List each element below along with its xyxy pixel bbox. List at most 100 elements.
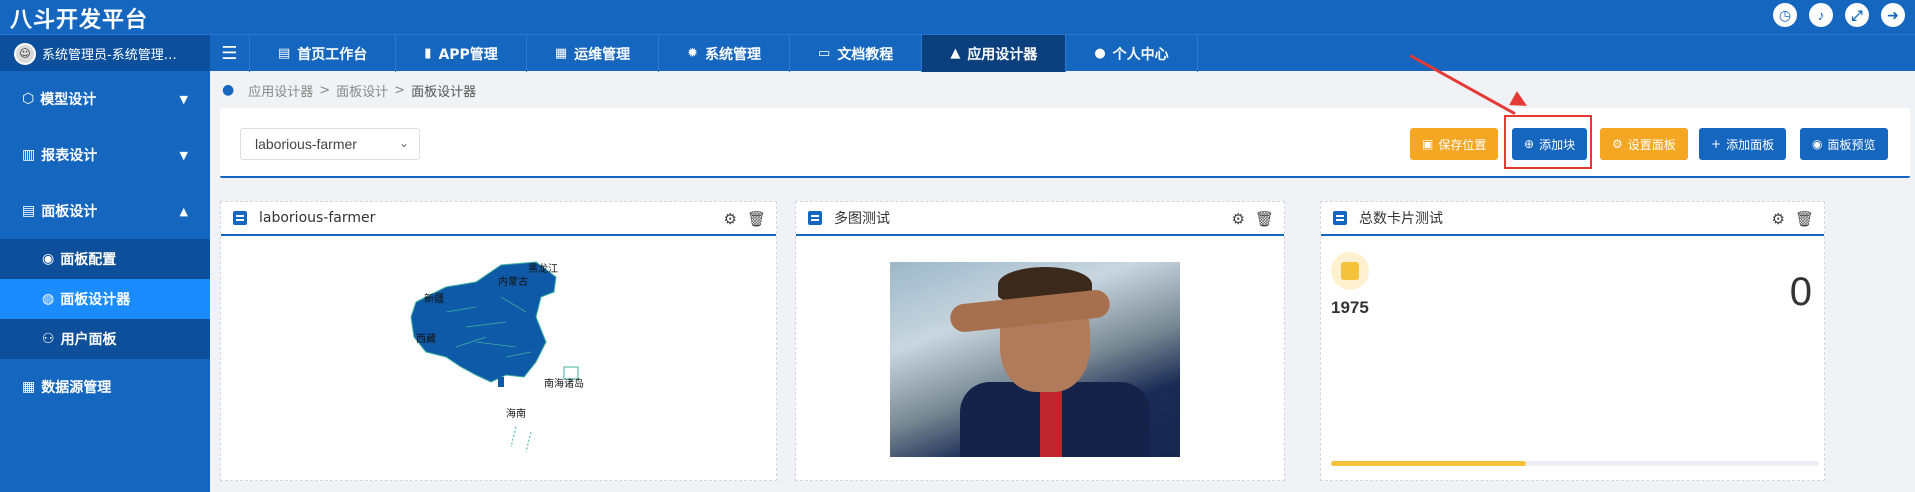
map-label: 黑龙江 [528,262,558,275]
kpi-progress-fill [1331,461,1527,466]
tab-ops[interactable]: ▦ 运维管理 [527,35,660,72]
breadcrumb-level1[interactable]: 应用设计器 [248,81,313,100]
add-block-button[interactable]: ⊕ 添加块 [1512,128,1588,160]
note-icon [1331,252,1369,290]
map-label: 内蒙古 [498,275,528,288]
block-card-map[interactable]: laborious-farmer ⚙ 🗑 内蒙古 黑龙江 新疆 西藏 南海诸岛 … [220,201,777,481]
breadcrumb-level2[interactable]: 面板设计 [336,81,388,100]
document-icon [808,211,822,225]
plus-circle-icon: ⊕ [1524,137,1535,151]
eye-icon: ◉ [42,251,55,267]
gear-icon: ✹ [687,46,699,61]
app-title: 八斗开发平台 [10,8,149,33]
map-label: 南海诸岛 [544,377,584,390]
document-icon [233,211,247,225]
sidebar: ⬡ 模型设计 ▼ ▥ 报表设计 ▼ ▤ 面板设计 ▲ ◉ 面板配置 ◍ 面板设计… [0,71,210,492]
tab-docs[interactable]: ▭ 文档教程 [790,35,923,72]
users-icon: ⚇ [42,331,55,347]
top-header: 八斗开发平台 ◷ ♪ ⤢ ➜ [0,0,1915,34]
header-icons: ◷ ♪ ⤢ ➜ [1773,3,1905,27]
database-icon: ▦ [22,379,36,395]
report-icon: ▥ [22,147,36,163]
user-icon: ● [1094,46,1106,61]
tab-home[interactable]: ▤ 首页工作台 [250,35,397,72]
document-icon [1333,211,1347,225]
clipboard-icon: ▦ [554,46,568,61]
map-label: 海南 [506,407,526,420]
set-panel-button[interactable]: ⚙ 设置面板 [1600,128,1688,160]
user-menu[interactable]: ☺ 系统管理员-系统管理… [0,35,210,72]
gear-icon[interactable]: ⚙ [1232,210,1245,228]
trash-icon[interactable]: 🗑 [747,210,766,228]
eye-icon: ◉ [1812,137,1823,151]
save-icon: ▣ [1422,137,1434,151]
sidebar-item-model[interactable]: ⬡ 模型设计 ▼ [0,71,210,127]
sidebar-item-datasource[interactable]: ▦ 数据源管理 [0,359,210,415]
tab-app[interactable]: ▮ APP管理 [396,35,527,72]
dashboard-icon: ◍ [42,291,55,307]
map-label: 西藏 [416,333,436,345]
kpi-progress-bar [1331,461,1819,466]
map-label: 新疆 [424,292,444,305]
card-tools: ⚙ 🗑 [1772,210,1815,228]
nav-tabs: ▤ 首页工作台 ▮ APP管理 ▦ 运维管理 ✹ 系统管理 ▭ 文档教程 ▲ 应用设计器 ●… [250,35,1198,72]
card-tools: ⚙ 🗑 [724,210,767,228]
chevron-down-icon: ▼ [179,92,188,106]
card-header: laborious-farmer ⚙ 🗑 [221,202,776,236]
block-card-kpi[interactable]: 总数卡片测试 ⚙ 🗑 1975 0 [1320,201,1825,481]
nav-bar: ☺ 系统管理员-系统管理… ☰ ▤ 首页工作台 ▮ APP管理 ▦ 运维管理 ✹ 系统管… [0,34,1915,72]
chevron-down-icon: ⌄ [398,136,409,150]
designer-icon: ▲ [950,46,961,61]
sidebar-item-panel[interactable]: ▤ 面板设计 ▲ [0,183,210,239]
card-header: 总数卡片测试 ⚙ 🗑 [1321,202,1824,236]
card-tools: ⚙ 🗑 [1232,210,1275,228]
card-header: 多图测试 ⚙ 🗑 [796,202,1284,236]
chevron-down-icon: ▼ [179,148,188,162]
tab-system[interactable]: ✹ 系统管理 [659,35,791,72]
china-map: 内蒙古 黑龙江 新疆 西藏 南海诸岛 海南 [410,261,584,453]
preview-panel-button[interactable]: ◉ 面板预览 [1800,128,1888,160]
gear-icon: ⚙ [1612,137,1623,151]
breadcrumb-current: 面板设计器 [411,84,477,100]
sidebar-item-panel-designer[interactable]: ◍ 面板设计器 [0,279,210,319]
breadcrumb-sep: > [319,82,331,98]
gear-icon[interactable]: ⚙ [724,210,737,228]
trash-icon[interactable]: 🗑 [1255,210,1274,228]
photo-stripe [1040,387,1062,457]
logout-icon[interactable]: ➜ [1881,3,1905,27]
menu-toggle-icon[interactable]: ☰ [210,35,250,72]
breadcrumb: ● 应用设计器 > 面板设计 > 面板设计器 [222,80,476,100]
clock-icon[interactable]: ◷ [1773,3,1797,27]
panel-select[interactable]: laborious-farmer ⌄ [240,128,420,160]
sidebar-item-user-panel[interactable]: ⚇ 用户面板 [0,319,210,359]
avatar: ☺ [14,42,36,65]
tab-designer[interactable]: ▲ 应用设计器 [922,35,1067,72]
card-title: laborious-farmer [259,210,376,226]
tab-profile[interactable]: ● 个人中心 [1066,35,1198,72]
breadcrumb-sep: > [394,82,406,98]
location-pin-icon: ● [222,82,235,98]
card-title: 总数卡片测试 [1359,211,1443,227]
block-card-image[interactable]: 多图测试 ⚙ 🗑 [795,201,1285,481]
cube-icon: ⬡ [22,91,35,107]
home-icon: ▤ [278,46,291,61]
book-icon: ▭ [818,46,831,61]
card-title: 多图测试 [834,211,890,227]
panel-select-value: laborious-farmer [255,136,357,152]
chevron-up-icon: ▲ [179,204,188,218]
save-position-button[interactable]: ▣ 保存位置 [1410,128,1499,160]
kpi-label: 1975 [1331,298,1369,317]
gear-icon[interactable]: ⚙ [1772,210,1785,228]
sidebar-item-panel-config[interactable]: ◉ 面板配置 [0,239,210,279]
panel-icon: ▤ [22,203,36,219]
add-panel-button[interactable]: + 添加面板 [1699,128,1787,160]
fullscreen-icon[interactable]: ⤢ [1845,3,1869,27]
player-photo [890,262,1180,457]
phone-icon: ▮ [424,46,432,61]
sidebar-subgroup: ◉ 面板配置 ◍ 面板设计器 ⚇ 用户面板 [0,239,210,359]
user-name: 系统管理员-系统管理… [42,48,177,63]
designer-toolbar: laborious-farmer ⌄ ▣ 保存位置 ⊕ 添加块 ⚙ 设置面板 + 添加面… [220,108,1910,178]
bell-icon[interactable]: ♪ [1809,3,1833,27]
trash-icon[interactable]: 🗑 [1795,210,1814,228]
sidebar-item-report[interactable]: ▥ 报表设计 ▼ [0,127,210,183]
